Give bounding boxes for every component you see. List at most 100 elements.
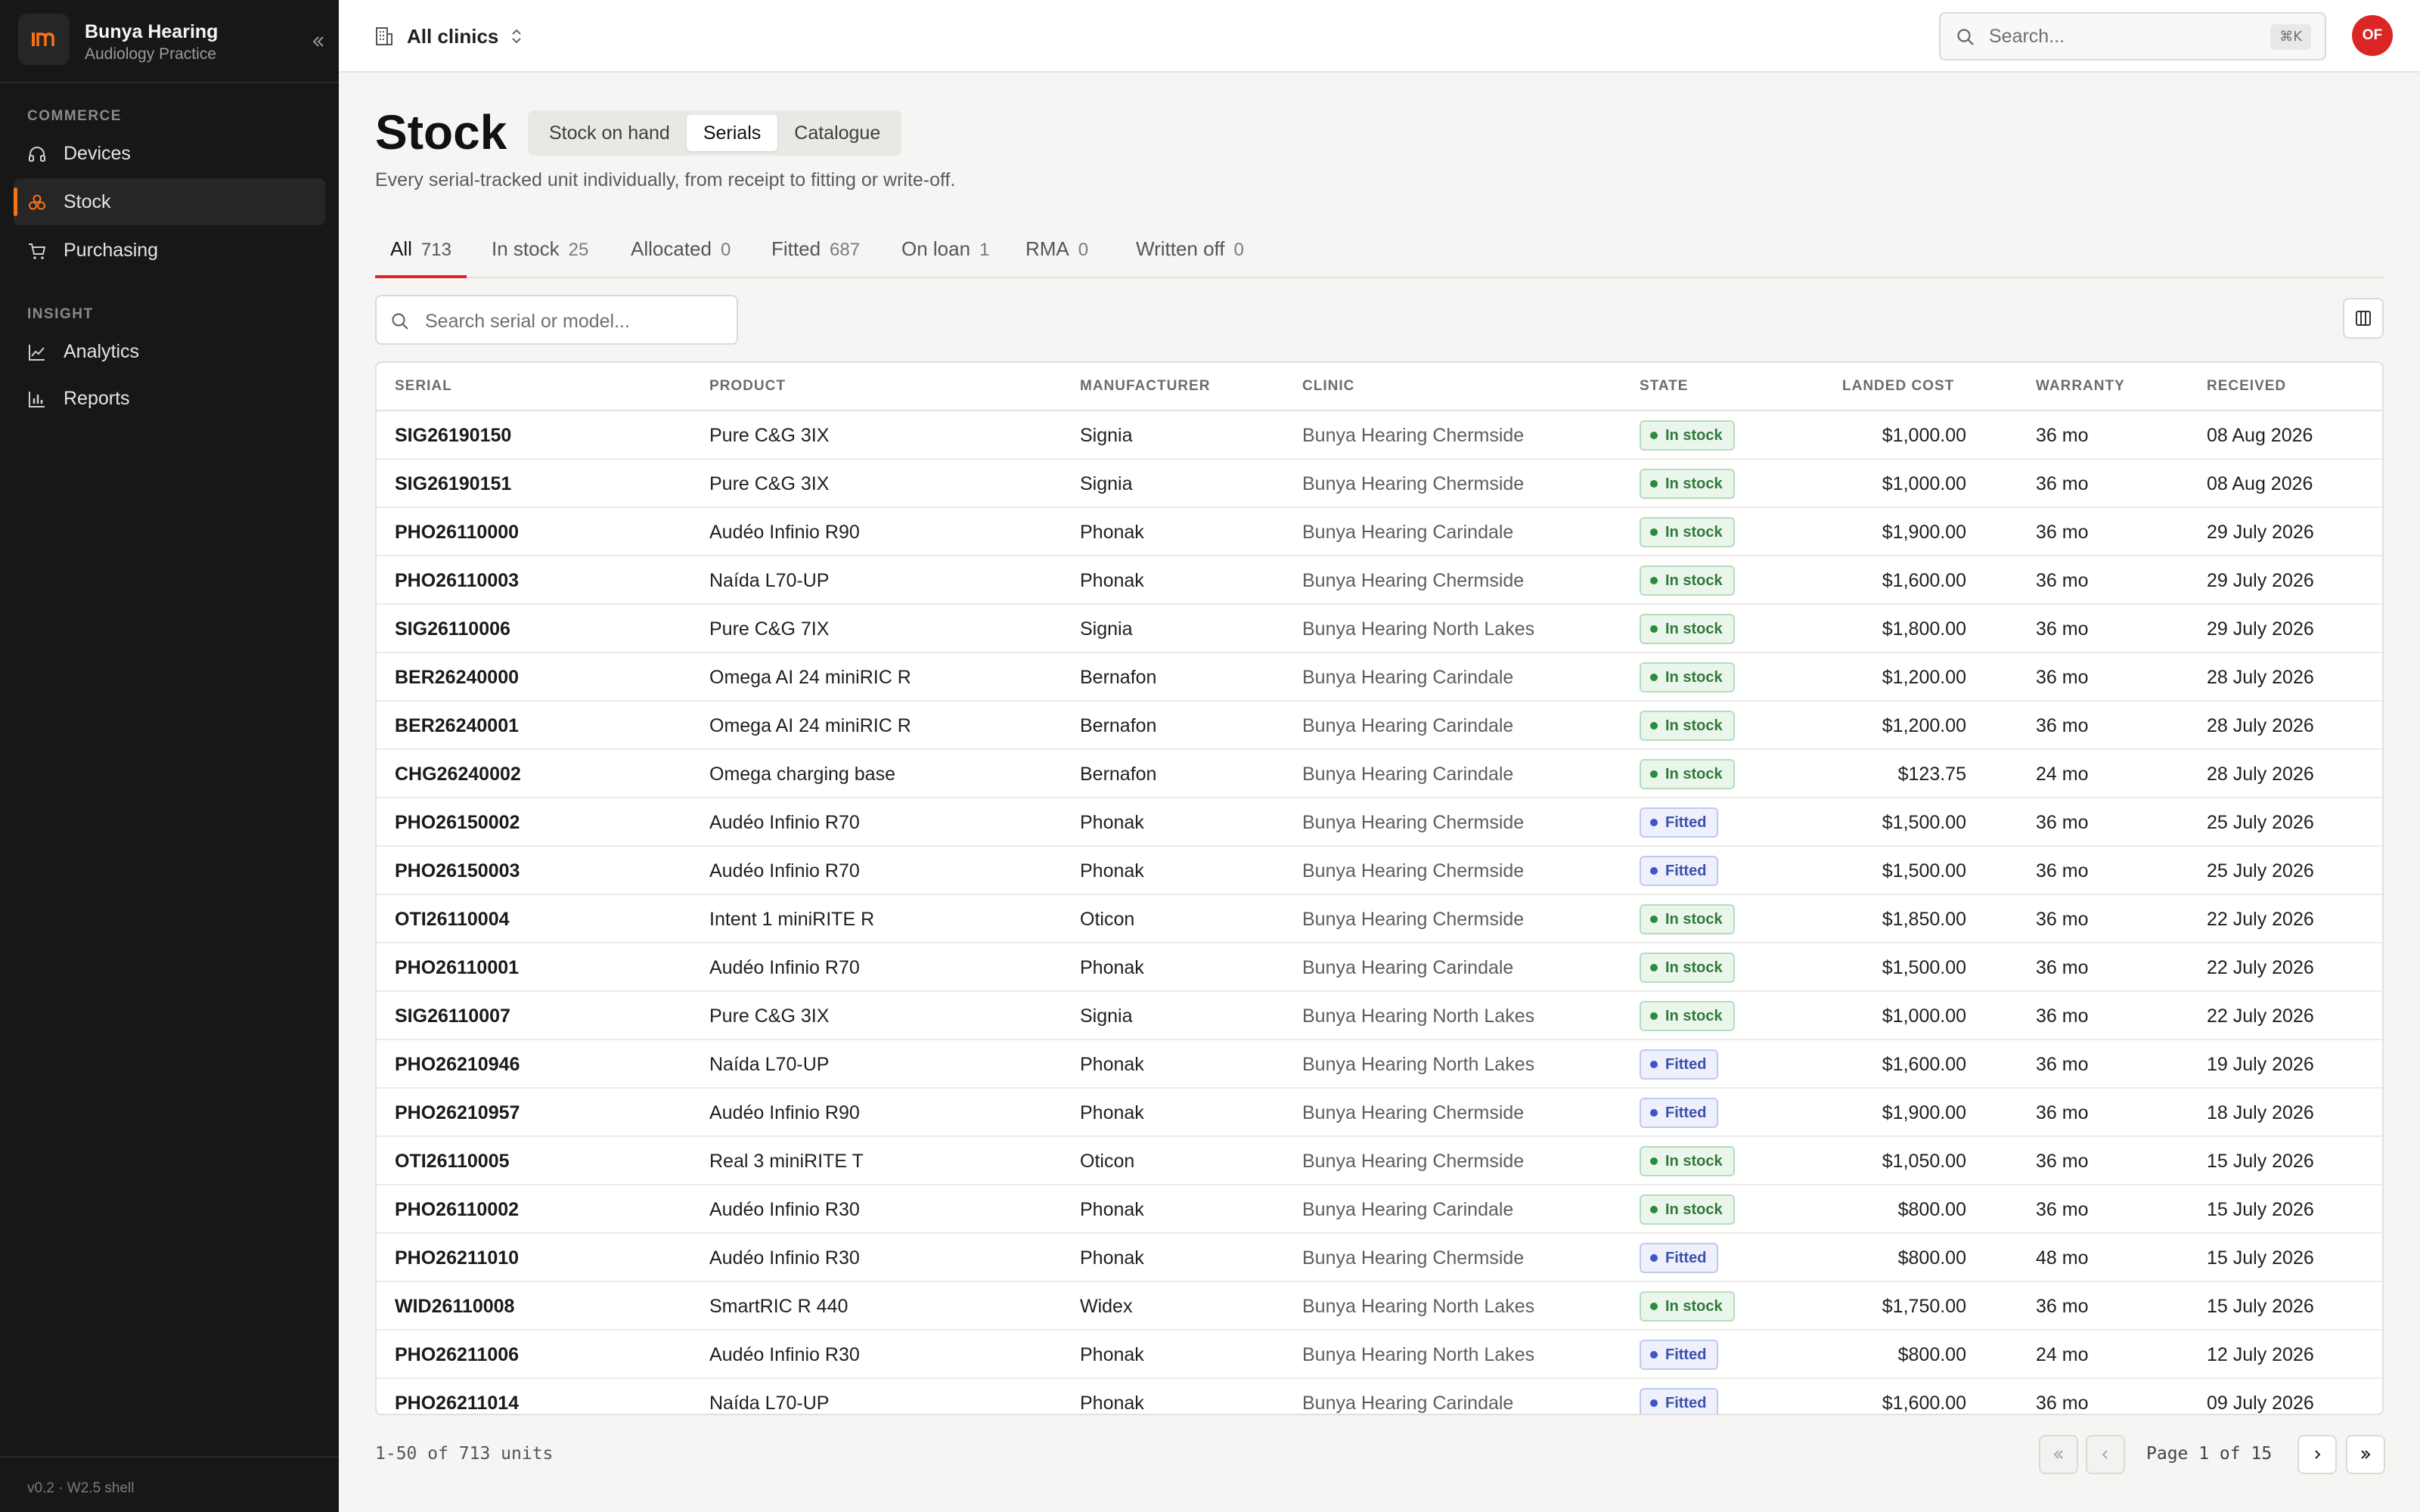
cell-clinic: Bunya Hearing Carindale (1302, 957, 1514, 978)
table-row[interactable]: CHG26240002 Omega charging base Bernafon Bu… (377, 750, 2382, 798)
table-row[interactable]: PHO26211014 Naída L70-UP Phonak Bunya Heari… (377, 1379, 2382, 1414)
view-stock-on-hand[interactable]: Stock on hand (532, 115, 687, 151)
table-row[interactable]: SIG26190150 Pure C&G 3IX Signia Bunya Heari… (377, 411, 2382, 460)
cell-product: Omega AI 24 miniRIC R (709, 715, 911, 736)
cell-landed-cost: $1,750.00 (1882, 1296, 1966, 1317)
first-page-button[interactable] (2039, 1435, 2078, 1474)
search-icon (1957, 29, 1974, 45)
tab-all[interactable]: All 713 (375, 237, 467, 278)
cell-landed-cost: $1,600.00 (1882, 1054, 1966, 1075)
cell-serial[interactable]: PHO26210957 (395, 1102, 520, 1124)
status-dot (1650, 722, 1658, 730)
table-row[interactable]: SIG26190151 Pure C&G 3IX Signia Bunya Heari… (377, 460, 2382, 508)
col-product[interactable]: PRODUCT (709, 378, 786, 395)
status-label: In stock (1665, 717, 1723, 734)
col-warranty[interactable]: WARRANTY (2036, 378, 2125, 395)
sidebar-item-analytics[interactable]: Analytics (14, 328, 325, 375)
cell-landed-cost: $1,850.00 (1882, 909, 1966, 930)
cell-serial[interactable]: SIG26190151 (395, 473, 511, 495)
table-row[interactable]: OTI26110004 Intent 1 miniRITE R Oticon Buny… (377, 895, 2382, 943)
cell-serial[interactable]: BER26240001 (395, 715, 519, 737)
col-landed-cost[interactable]: LANDED COST (1842, 378, 1954, 395)
col-state[interactable]: STATE (1640, 378, 1688, 395)
tab-on-loan[interactable]: On loan 1 (886, 237, 1004, 278)
col-received[interactable]: RECEIVED (2207, 378, 2286, 395)
cell-serial[interactable]: WID26110008 (395, 1296, 514, 1318)
tab-count: 687 (830, 240, 861, 260)
cell-warranty: 36 mo (2036, 618, 2089, 640)
cell-serial[interactable]: BER26240000 (395, 667, 519, 689)
table-row[interactable]: PHO26210946 Naída L70-UP Phonak Bunya Heari… (377, 1040, 2382, 1089)
status-badge: Fitted (1640, 807, 1719, 838)
collapse-sidebar-icon[interactable] (306, 29, 331, 54)
table-row[interactable]: PHO26211010 Audéo Infinio R30 Phonak Bunya … (377, 1234, 2382, 1282)
cell-manufacturer: Bernafon (1080, 667, 1157, 688)
cell-warranty: 36 mo (2036, 957, 2089, 978)
user-avatar[interactable]: OF (2352, 15, 2393, 56)
cell-landed-cost: $1,900.00 (1882, 522, 1966, 543)
tab-rma[interactable]: RMA 0 (1010, 237, 1103, 278)
serial-search-input[interactable]: Search serial or model... (375, 295, 738, 345)
sidebar-item-purchasing[interactable]: Purchasing (14, 227, 325, 274)
cell-serial[interactable]: PHO26210946 (395, 1054, 520, 1076)
cell-serial[interactable]: PHO26110000 (395, 522, 519, 544)
cell-serial[interactable]: OTI26110005 (395, 1151, 510, 1173)
tab-label: All (390, 237, 412, 260)
cell-serial[interactable]: PHO26211006 (395, 1344, 519, 1366)
table-row[interactable]: PHO26150003 Audéo Infinio R70 Phonak Bunya … (377, 847, 2382, 895)
prev-page-button[interactable] (2086, 1435, 2125, 1474)
sidebar-item-devices[interactable]: Devices (14, 130, 325, 177)
status-badge: In stock (1640, 1146, 1735, 1176)
col-manufacturer[interactable]: MANUFACTURER (1080, 378, 1210, 395)
cell-serial[interactable]: PHO26150003 (395, 860, 520, 882)
table-row[interactable]: BER26240001 Omega AI 24 miniRIC R Bernafon… (377, 702, 2382, 750)
cell-serial[interactable]: CHG26240002 (395, 764, 521, 785)
view-switcher: Stock on hand Serials Catalogue (528, 110, 902, 156)
table-row[interactable]: SIG26110007 Pure C&G 3IX Signia Bunya Heari… (377, 992, 2382, 1040)
cell-serial[interactable]: PHO26110003 (395, 570, 519, 592)
cell-serial[interactable]: SIG26110006 (395, 618, 510, 640)
tab-fitted[interactable]: Fitted 687 (756, 237, 875, 278)
table-row[interactable]: PHO26110000 Audéo Infinio R90 Phonak Bunya … (377, 508, 2382, 556)
status-badge: Fitted (1640, 1340, 1719, 1370)
table-row[interactable]: OTI26110005 Real 3 miniRITE T Oticon Bunya … (377, 1137, 2382, 1185)
cell-serial[interactable]: PHO26110001 (395, 957, 519, 979)
table-row[interactable]: PHO26211006 Audéo Infinio R30 Phonak Bunya … (377, 1331, 2382, 1379)
table-row[interactable]: PHO26210957 Audéo Infinio R90 Phonak Bunya … (377, 1089, 2382, 1137)
column-settings-button[interactable] (2343, 298, 2384, 339)
cell-landed-cost: $123.75 (1897, 764, 1966, 785)
cell-serial[interactable]: PHO26211014 (395, 1393, 519, 1414)
cell-serial[interactable]: SIG26110007 (395, 1005, 510, 1027)
table-row[interactable]: BER26240000 Omega AI 24 miniRIC R Bernafon… (377, 653, 2382, 702)
col-clinic[interactable]: CLINIC (1302, 378, 1354, 395)
view-serials[interactable]: Serials (686, 115, 778, 151)
global-search-input[interactable]: Search... ⌘K (1939, 12, 2326, 60)
tab-allocated[interactable]: Allocated 0 (616, 237, 746, 278)
next-page-button[interactable] (2297, 1435, 2337, 1474)
table-row[interactable]: WID26110008 SmartRIC R 440 Widex Bunya Hear… (377, 1282, 2382, 1331)
sidebar-item-reports[interactable]: Reports (14, 375, 325, 422)
table-row[interactable]: PHO26110002 Audéo Infinio R30 Phonak Bunya … (377, 1185, 2382, 1234)
table-row[interactable]: PHO26110001 Audéo Infinio R70 Phonak Bunya … (377, 943, 2382, 992)
chevron-left-icon (2102, 1450, 2108, 1459)
status-badge: In stock (1640, 517, 1735, 547)
tab-in-stock[interactable]: In stock 25 (476, 237, 603, 278)
cell-serial[interactable]: OTI26110004 (395, 909, 510, 931)
cell-serial[interactable]: PHO26211010 (395, 1247, 519, 1269)
clinic-selector[interactable]: All clinics (374, 21, 524, 51)
last-page-button[interactable] (2346, 1435, 2385, 1474)
table-row[interactable]: PHO26110003 Naída L70-UP Phonak Bunya Heari… (377, 556, 2382, 605)
cell-serial[interactable]: SIG26190150 (395, 425, 511, 447)
table-row[interactable]: SIG26110006 Pure C&G 7IX Signia Bunya Heari… (377, 605, 2382, 653)
cell-clinic: Bunya Hearing Chermside (1302, 425, 1525, 446)
cell-serial[interactable]: PHO26110002 (395, 1199, 519, 1221)
view-catalogue[interactable]: Catalogue (777, 115, 897, 151)
tab-written-off[interactable]: Written off 0 (1121, 237, 1259, 278)
col-serial[interactable]: SERIAL (395, 378, 452, 395)
status-badge: In stock (1640, 759, 1735, 789)
sidebar-item-stock[interactable]: Stock (14, 178, 325, 225)
status-badge: Fitted (1640, 1049, 1719, 1080)
app-logo (18, 14, 70, 65)
cell-serial[interactable]: PHO26150002 (395, 812, 520, 834)
table-row[interactable]: PHO26150002 Audéo Infinio R70 Phonak Bunya … (377, 798, 2382, 847)
